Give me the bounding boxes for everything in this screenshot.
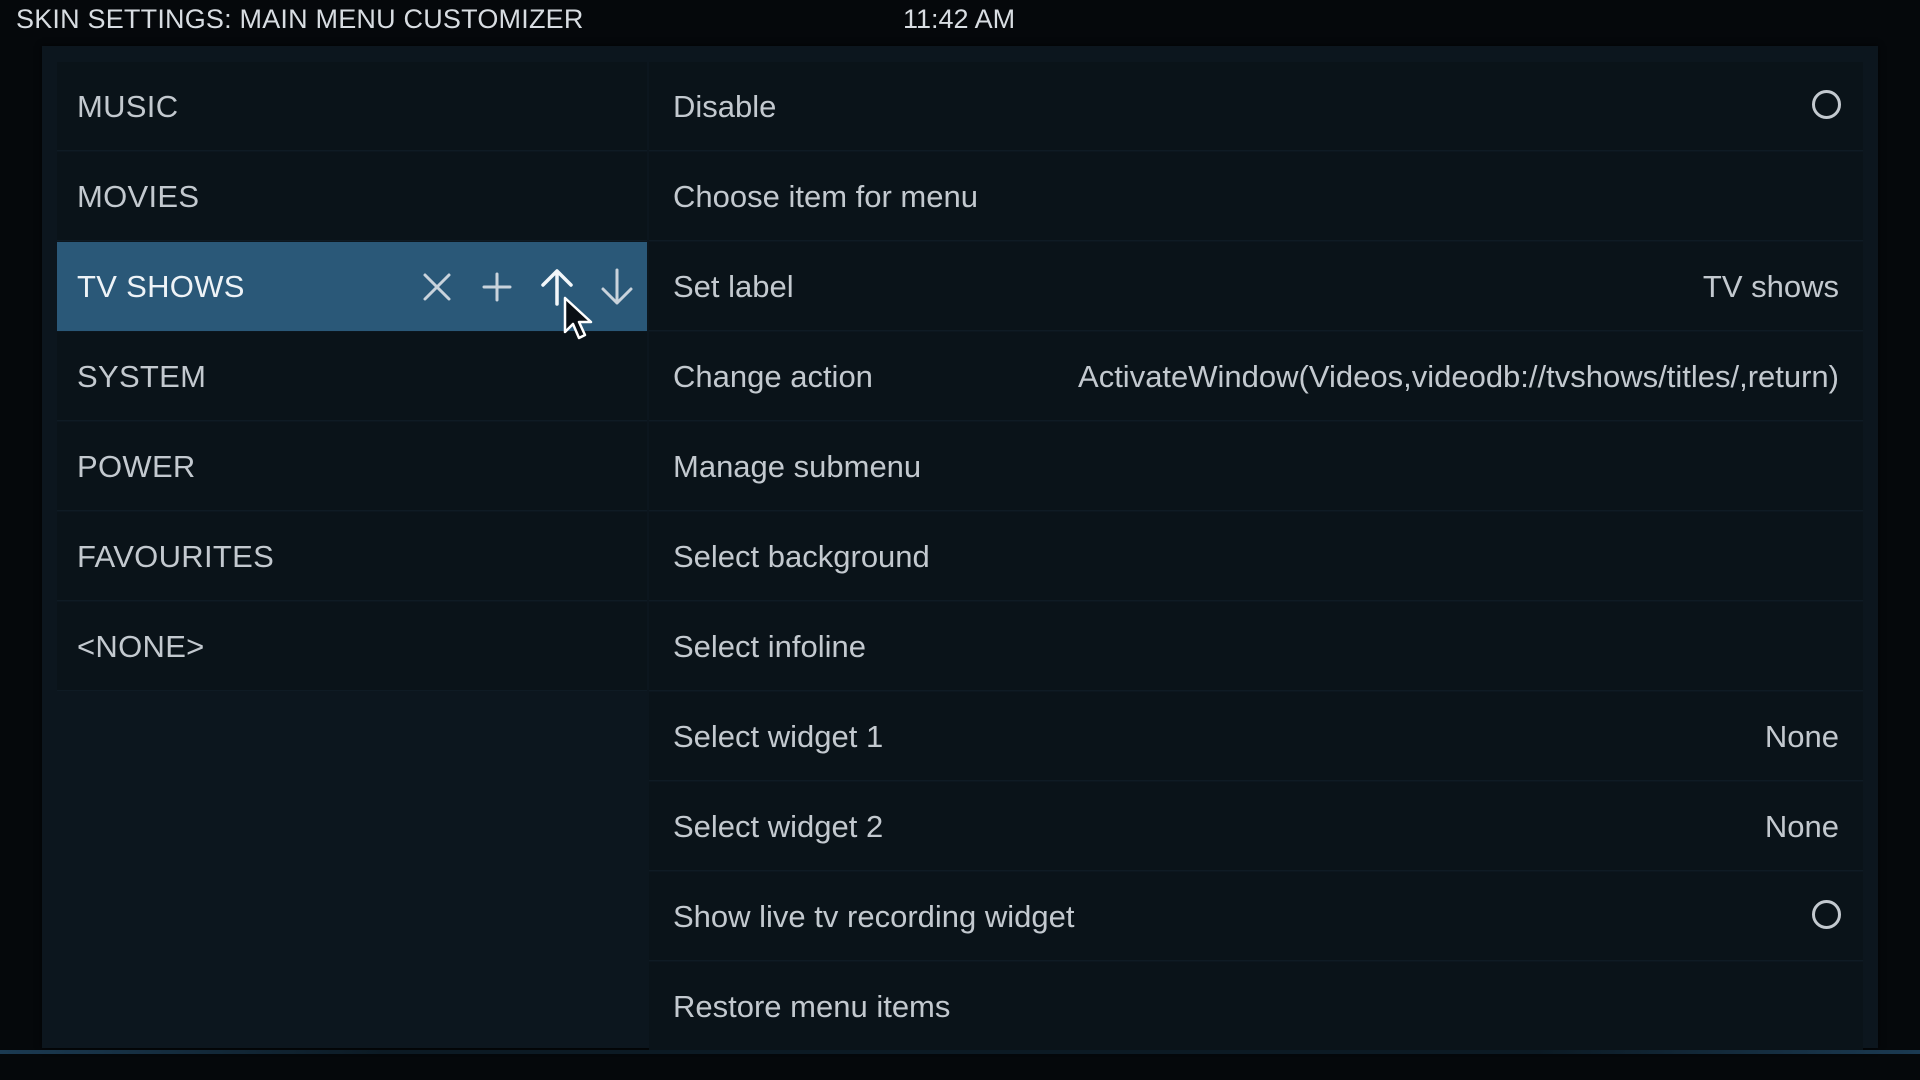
- delete-icon: [423, 273, 451, 300]
- option-value: ActivateWindow(Videos,videodb://tvshows/…: [1078, 359, 1839, 394]
- option-label: Manage submenu: [673, 449, 922, 484]
- menu-item-label: POWER: [77, 449, 196, 484]
- option-label: Disable: [673, 89, 777, 124]
- add-icon: [482, 272, 512, 301]
- option-set-label[interactable]: Set label TV shows: [649, 242, 1863, 331]
- option-label: Select widget 1: [673, 719, 884, 754]
- menu-item-none[interactable]: <NONE>: [57, 602, 647, 691]
- option-select-widget-1[interactable]: Select widget 1 None: [649, 692, 1863, 781]
- option-label: Choose item for menu: [673, 179, 978, 214]
- menu-item-actions: [407, 242, 647, 331]
- option-label: Restore menu items: [673, 989, 951, 1024]
- menu-item-tv-shows[interactable]: TV SHOWS: [57, 242, 647, 331]
- option-label: Select background: [673, 539, 930, 574]
- option-restore-menu-items[interactable]: Restore menu items: [649, 962, 1863, 1051]
- window-title: SKIN SETTINGS: MAIN MENU CUSTOMIZER: [16, 4, 584, 34]
- option-label: Select infoline: [673, 629, 867, 664]
- option-value: None: [1764, 809, 1839, 844]
- menu-item-label: MUSIC: [77, 89, 179, 124]
- move-down-button[interactable]: [587, 242, 647, 331]
- option-label: Set label: [673, 269, 794, 304]
- option-select-infoline[interactable]: Select infoline: [649, 602, 1863, 691]
- bottom-edge: [0, 1050, 1920, 1054]
- option-select-widget-2[interactable]: Select widget 2 None: [649, 782, 1863, 871]
- option-label: Change action: [673, 359, 873, 394]
- menu-item-label: MOVIES: [77, 179, 200, 214]
- move-up-button[interactable]: [527, 242, 587, 331]
- option-select-background[interactable]: Select background: [649, 512, 1863, 601]
- menu-item-music[interactable]: MUSIC: [57, 62, 647, 151]
- option-change-action[interactable]: Change action ActivateWindow(Videos,vide…: [649, 332, 1863, 421]
- menu-item-power[interactable]: POWER: [57, 422, 647, 511]
- menu-item-label: <NONE>: [77, 629, 205, 664]
- main-menu-list: MUSIC MOVIES TV SHOWS SYSTEM POWER FAVOU…: [57, 62, 647, 1048]
- move-down-icon: [601, 268, 633, 304]
- menu-item-movies[interactable]: MOVIES: [57, 152, 647, 241]
- radio-off-icon[interactable]: [1812, 90, 1841, 119]
- menu-item-label: SYSTEM: [77, 359, 207, 394]
- customizer-panel: MUSIC MOVIES TV SHOWS SYSTEM POWER FAVOU…: [42, 46, 1878, 1051]
- menu-item-system[interactable]: SYSTEM: [57, 332, 647, 421]
- option-disable[interactable]: Disable: [649, 62, 1863, 151]
- move-up-icon: [541, 268, 573, 306]
- option-label: Select widget 2: [673, 809, 884, 844]
- item-options-list: Disable Choose item for menu Set label T…: [649, 62, 1863, 1051]
- option-label: Show live tv recording widget: [673, 899, 1075, 934]
- option-value: None: [1764, 719, 1839, 754]
- option-value: TV shows: [1702, 269, 1839, 304]
- option-choose-item[interactable]: Choose item for menu: [649, 152, 1863, 241]
- menu-item-label: FAVOURITES: [77, 539, 275, 574]
- delete-item-button[interactable]: [407, 242, 467, 331]
- add-item-button[interactable]: [467, 242, 527, 331]
- radio-off-icon[interactable]: [1812, 900, 1841, 929]
- menu-item-label: TV SHOWS: [77, 269, 245, 304]
- option-show-live-tv-recording-widget[interactable]: Show live tv recording widget: [649, 872, 1863, 961]
- menu-item-favourites[interactable]: FAVOURITES: [57, 512, 647, 601]
- option-manage-submenu[interactable]: Manage submenu: [649, 422, 1863, 511]
- clock: 11:42 AM: [903, 4, 1016, 34]
